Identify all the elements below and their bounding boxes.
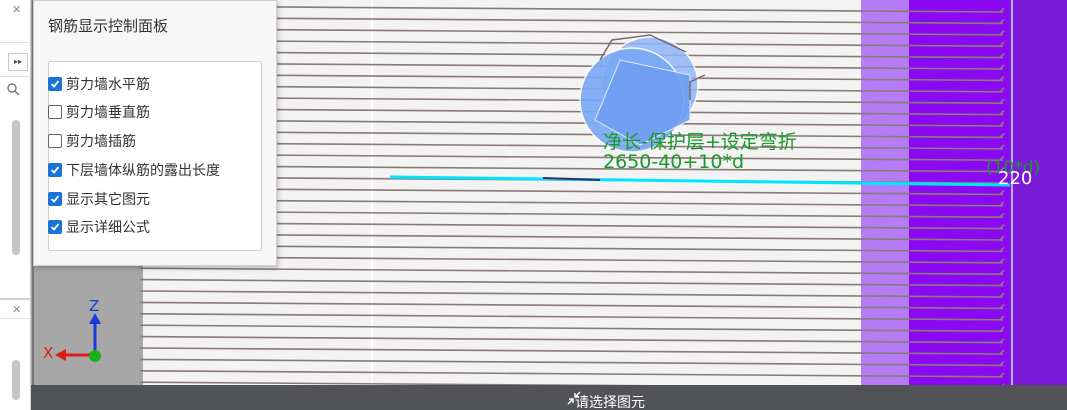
divider [0,76,30,77]
axis-x-label: X [43,344,54,362]
drawing-viewport[interactable]: ✕ ▸▸ ✕ 净长-保护层+设定弯折 2650-40+10*d (10*d) 2… [0,0,1067,410]
checkbox[interactable] [48,134,62,148]
close-icon[interactable]: ✕ [12,3,21,16]
checkbox[interactable] [48,220,62,234]
axis-z-label: Z [89,297,100,315]
checkbox[interactable] [48,77,62,91]
option-show-detailed-formula[interactable]: 显示详细公式 [48,216,150,238]
status-prompt: 请选择图元 [575,395,645,410]
dimension-value: 220 [998,168,1033,189]
search-icon[interactable] [6,82,24,98]
check-icon [50,166,60,174]
formula-label: 净长-保护层+设定弯折 [603,131,797,153]
check-icon [50,195,60,203]
option-label: 剪力墙垂直筋 [66,105,150,121]
axis-gizmo: Z X [40,297,110,370]
axis-origin [89,350,101,362]
left-dock-strip: ✕ ▸▸ ✕ [0,0,31,410]
formula-annotation: 净长-保护层+设定弯折 2650-40+10*d [603,132,797,172]
rebar-display-control-panel: 钢筋显示控制面板 剪力墙水平筋 剪力墙垂直筋 剪力墙插筋 下层墙体纵筋的露出长度… [33,0,277,266]
status-bar [31,385,1067,410]
checkbox[interactable] [48,105,62,119]
formula-value: 2650-40+10*d [603,151,745,173]
scrollbar-thumb[interactable] [12,120,20,255]
divider [0,42,30,43]
panel-title: 钢筋显示控制面板 [48,17,169,35]
option-label: 显示其它图元 [66,192,150,208]
option-wall-dowel-rebar[interactable]: 剪力墙插筋 [48,130,136,152]
option-label: 剪力墙水平筋 [66,77,150,93]
option-show-other-elements[interactable]: 显示其它图元 [48,188,150,210]
option-label: 剪力墙插筋 [66,134,136,150]
column-edge-region [1009,0,1067,410]
option-wall-vertical-rebar[interactable]: 剪力墙垂直筋 [48,101,150,123]
divider [0,318,30,319]
option-wall-horizontal-rebar[interactable]: 剪力墙水平筋 [48,73,150,95]
option-lower-wall-exposed-length[interactable]: 下层墙体纵筋的露出长度 [48,159,220,181]
checkbox[interactable] [48,163,62,177]
checkbox[interactable] [48,192,62,206]
double-chevron-right-icon[interactable]: ▸▸ [8,53,28,71]
divider [0,298,30,300]
check-icon [50,80,60,88]
close-icon[interactable]: ✕ [12,303,21,316]
option-label: 显示详细公式 [66,220,150,236]
check-icon [50,223,60,231]
option-label: 下层墙体纵筋的露出长度 [66,163,220,179]
scrollbar-thumb[interactable] [12,360,20,400]
